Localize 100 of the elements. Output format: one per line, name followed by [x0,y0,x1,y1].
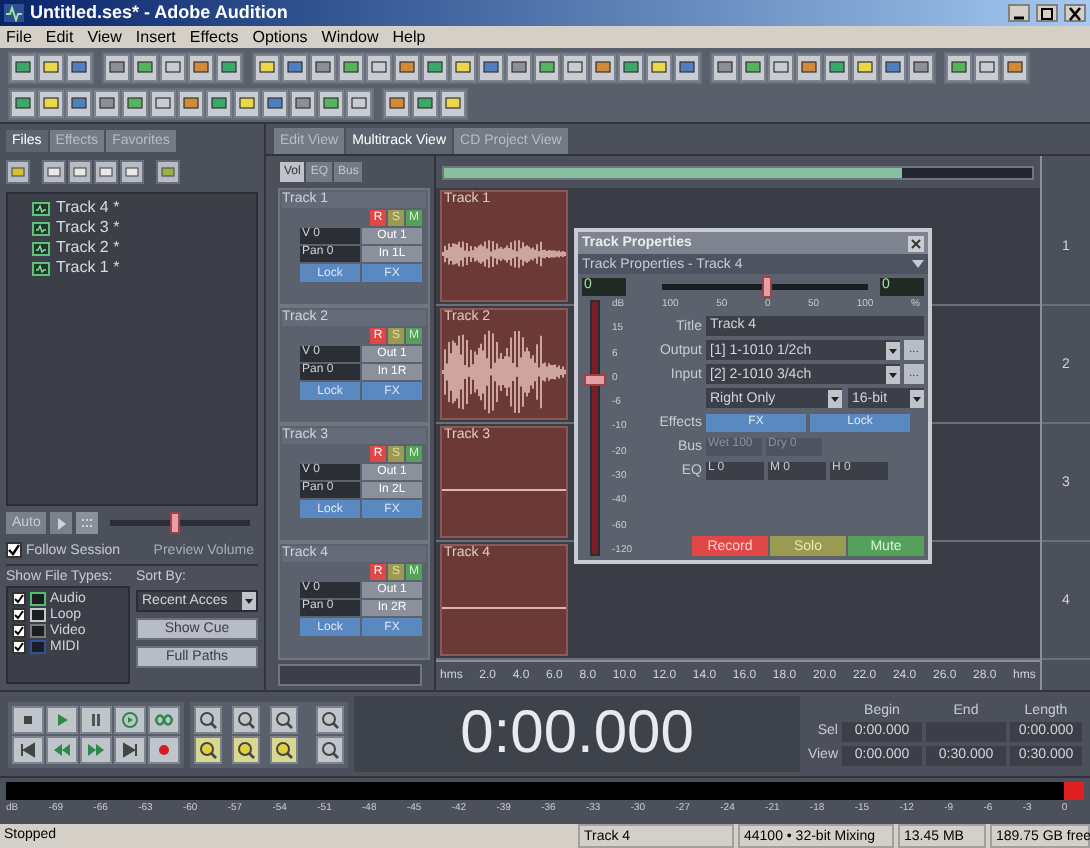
toolbar-button[interactable] [132,53,158,81]
stop-button[interactable] [12,705,44,733]
zoom-button[interactable] [270,735,298,763]
menu-item[interactable]: Window [321,29,379,45]
zoom-button[interactable] [316,735,344,763]
toolbar-button[interactable] [290,89,316,117]
toolbar-button[interactable] [42,160,66,184]
toolbar-button[interactable] [94,89,120,117]
toolbar-button[interactable] [880,53,906,81]
toolbar-button[interactable] [422,53,448,81]
toolbar-button[interactable] [94,160,118,184]
toolbar-button[interactable] [104,53,130,81]
toolbar-button[interactable] [712,53,738,81]
toolbar-button[interactable] [310,53,336,81]
loop-button[interactable] [148,705,180,733]
toolbar-button[interactable] [262,89,288,117]
checkbox[interactable] [12,608,26,622]
toolbar-button[interactable] [534,53,560,81]
toolbar-button[interactable] [618,53,644,81]
toolbar-button[interactable] [590,53,616,81]
menu-item[interactable]: View [87,29,122,45]
menu-item[interactable]: Effects [189,29,239,45]
zoom-button[interactable] [194,705,222,733]
toolbar-button[interactable] [120,160,144,184]
toolbar-button[interactable] [346,89,372,117]
scroll-bar[interactable] [278,664,422,686]
fast-forward-button[interactable] [80,735,112,763]
toolbar-button[interactable] [478,53,504,81]
toolbar-button[interactable] [66,53,92,81]
zoom-button[interactable] [232,705,260,733]
toolbar-button[interactable] [6,160,30,184]
zoom-button[interactable] [232,735,260,763]
menu-item[interactable]: Edit [45,29,74,45]
toolbar-button[interactable] [66,89,92,117]
menu-item[interactable]: File [6,29,32,45]
toolbar-button[interactable] [282,53,308,81]
toolbar-button[interactable] [674,53,700,81]
menu-item[interactable]: Help [392,29,426,45]
toolbar-button[interactable] [740,53,766,81]
toolbar-button[interactable] [178,89,204,117]
menu-item[interactable]: Options [252,29,308,45]
checkbox[interactable] [12,640,26,654]
toolbar-button[interactable] [506,53,532,81]
menu-item[interactable]: Insert [135,29,176,45]
checkbox[interactable] [6,542,22,558]
toolbar-button[interactable] [10,89,36,117]
toolbar-button[interactable] [122,89,148,117]
toolbar-button[interactable] [160,53,186,81]
loop-preview-button[interactable] [76,512,99,534]
toolbar-button[interactable] [234,89,260,117]
zoom-button[interactable] [270,705,298,733]
toolbar-button[interactable] [852,53,878,81]
maximize-button[interactable] [1036,4,1058,22]
toolbar-button[interactable] [646,53,672,81]
toolbar-button[interactable] [768,53,794,81]
zoom-button[interactable] [194,735,222,763]
toolbar-button[interactable] [412,89,438,117]
toolbar-button[interactable] [450,53,476,81]
toolbar-button[interactable] [156,160,180,184]
minimize-button[interactable] [1008,4,1030,22]
play-loop-button[interactable] [114,705,146,733]
toolbar-button[interactable] [1002,53,1028,81]
file-name[interactable]: Track 1 * [56,260,120,276]
file-name[interactable]: Track 3 * [56,220,120,236]
pause-button[interactable] [80,705,112,733]
toolbar-button[interactable] [946,53,972,81]
toolbar-button[interactable] [10,53,36,81]
play-preview-button[interactable] [50,512,73,534]
rewind-button[interactable] [46,735,78,763]
toolbar-button[interactable] [254,53,280,81]
toolbar-button[interactable] [68,160,92,184]
close-button[interactable] [1064,4,1086,22]
toolbar-button[interactable] [824,53,850,81]
volume-fader[interactable] [590,300,600,556]
toolbar-button[interactable] [206,89,232,117]
play-button[interactable] [46,705,78,733]
go-to-start-button[interactable] [12,735,44,763]
file-name[interactable]: Track 4 * [56,200,120,216]
record-button[interactable] [148,735,180,763]
file-name[interactable]: Track 2 * [56,240,120,256]
toolbar-button[interactable] [796,53,822,81]
checkbox[interactable] [12,592,26,606]
toolbar-button[interactable] [150,89,176,117]
toolbar-button[interactable] [440,89,466,117]
toolbar-button[interactable] [562,53,588,81]
go-to-end-button[interactable] [114,735,146,763]
toolbar-button[interactable] [366,53,392,81]
toolbar-button[interactable] [38,89,64,117]
toolbar-button[interactable] [216,53,242,81]
overview-bar[interactable] [442,165,1034,179]
toolbar-button[interactable] [338,53,364,81]
checkbox[interactable] [12,624,26,638]
toolbar-button[interactable] [974,53,1000,81]
toolbar-button[interactable] [318,89,344,117]
zoom-button[interactable] [316,705,344,733]
toolbar-button[interactable] [908,53,934,81]
toolbar-button[interactable] [384,89,410,117]
close-button[interactable] [908,235,924,251]
toolbar-button[interactable] [394,53,420,81]
toolbar-button[interactable] [188,53,214,81]
